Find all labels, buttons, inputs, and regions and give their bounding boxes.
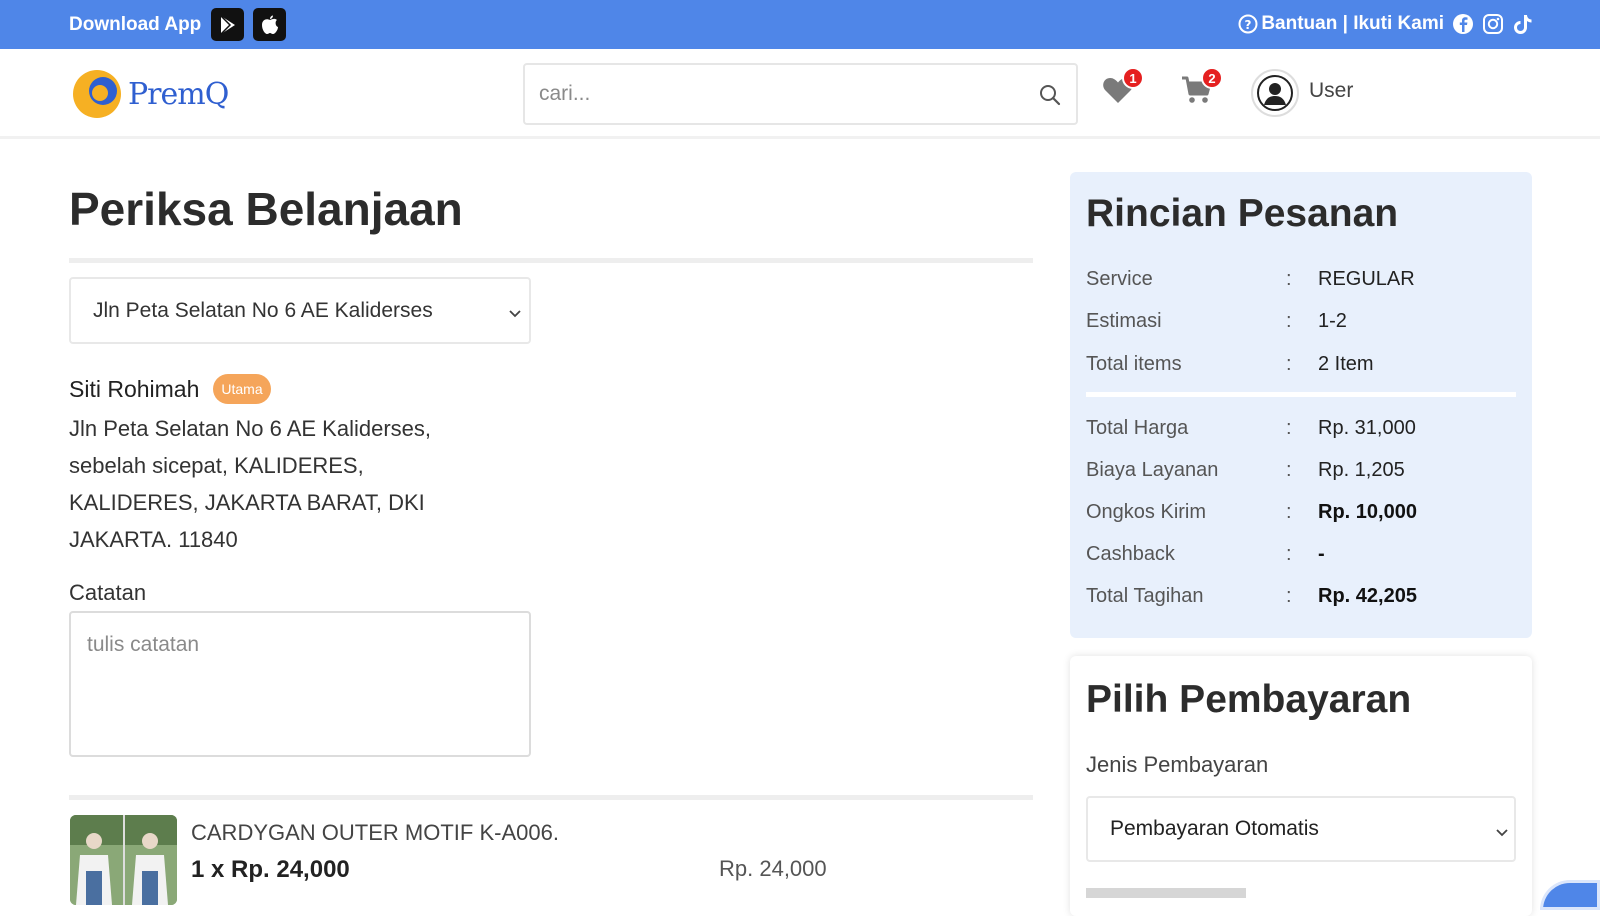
instagram-icon[interactable] xyxy=(1482,13,1504,35)
summary-colon: : xyxy=(1286,501,1292,523)
notes-label: Catatan xyxy=(69,580,147,605)
summary-colon: : xyxy=(1286,353,1292,375)
floating-chat-button[interactable] xyxy=(1540,880,1600,910)
summary-label: Total Tagihan xyxy=(1086,585,1204,607)
product-image xyxy=(70,815,177,905)
summary-colon: : xyxy=(1286,585,1292,607)
summary-label: Ongkos Kirim xyxy=(1086,501,1207,523)
wishlist-button[interactable]: 1 xyxy=(1102,67,1144,110)
help-follow-links[interactable]: Bantuan | Ikuti Kami xyxy=(1261,13,1444,35)
summary-label: Biaya Layanan xyxy=(1086,459,1219,481)
apple-icon[interactable] xyxy=(253,8,286,41)
payment-card: Pilih Pembayaran Jenis Pembayaran Pembay… xyxy=(1070,656,1532,916)
chevron-down-icon xyxy=(503,303,523,327)
summary-value: REGULAR xyxy=(1318,268,1415,290)
summary-value: Rp. 42,205 xyxy=(1318,585,1417,607)
search-input[interactable] xyxy=(539,65,1019,123)
address-select-value: Jln Peta Selatan No 6 AE Kaliderses xyxy=(93,298,433,322)
recipient-address: Jln Peta Selatan No 6 AE Kaliderses, seb… xyxy=(69,416,431,552)
chevron-down-icon xyxy=(1494,822,1510,846)
search-box xyxy=(523,63,1078,125)
avatar[interactable] xyxy=(1251,69,1299,117)
summary-label: Service xyxy=(1086,268,1153,290)
cart-button[interactable]: 2 xyxy=(1181,67,1223,110)
summary-divider xyxy=(1086,392,1516,397)
facebook-icon[interactable] xyxy=(1452,13,1474,35)
logo[interactable]: PremQ xyxy=(70,67,229,121)
order-summary-card: Rincian Pesanan Service : REGULAR Estima… xyxy=(1070,172,1532,638)
summary-label: Cashback xyxy=(1086,543,1175,565)
address-select[interactable]: Jln Peta Selatan No 6 AE Kaliderses xyxy=(69,277,531,344)
page-title: Periksa Belanjaan xyxy=(69,183,463,235)
payment-title: Pilih Pembayaran xyxy=(1086,678,1412,721)
summary-label: Total items xyxy=(1086,353,1182,375)
payment-type-value: Pembayaran Otomatis xyxy=(1110,817,1319,840)
summary-value: 1-2 xyxy=(1318,310,1347,332)
summary-colon: : xyxy=(1286,268,1292,290)
summary-label: Estimasi xyxy=(1086,310,1162,332)
tiktok-icon[interactable] xyxy=(1512,13,1534,35)
user-icon xyxy=(1257,75,1293,111)
summary-colon: : xyxy=(1286,543,1292,565)
summary-value: Rp. 10,000 xyxy=(1318,501,1417,523)
cart-count-badge: 2 xyxy=(1201,67,1223,89)
search-icon[interactable] xyxy=(1038,83,1062,112)
help-icon[interactable]: ? xyxy=(1237,13,1259,35)
product-name: CARDYGAN OUTER MOTIF K-A006. xyxy=(191,820,559,845)
summary-value: Rp. 31,000 xyxy=(1318,417,1416,439)
recipient-name: Siti Rohimah xyxy=(69,375,200,402)
notes-field[interactable] xyxy=(69,611,531,757)
primary-address-badge: Utama xyxy=(213,374,271,404)
logo-text: PremQ xyxy=(128,76,229,112)
download-app-label: Download App xyxy=(69,14,202,35)
order-summary-title: Rincian Pesanan xyxy=(1086,192,1399,235)
product-qty-price: 1 x Rp. 24,000 xyxy=(191,856,350,883)
svg-text:?: ? xyxy=(1245,18,1252,32)
top-bar: Download App ? Bantuan | Ikuti Kami xyxy=(0,0,1600,49)
product-subtotal: Rp. 24,000 xyxy=(719,856,827,881)
summary-colon: : xyxy=(1286,459,1292,481)
next-section-label-partial xyxy=(1086,888,1246,898)
recipient-row: Siti Rohimah Utama xyxy=(69,374,271,404)
summary-value: Rp. 1,205 xyxy=(1318,459,1405,481)
summary-value: 2 Item xyxy=(1318,353,1374,375)
title-divider xyxy=(69,258,1033,263)
summary-value: - xyxy=(1318,543,1325,565)
summary-colon: : xyxy=(1286,310,1292,332)
summary-label: Total Harga xyxy=(1086,417,1189,439)
user-name-label[interactable]: User xyxy=(1309,79,1353,103)
logo-mark-icon xyxy=(73,70,121,118)
wishlist-count-badge: 1 xyxy=(1122,67,1144,89)
payment-type-label: Jenis Pembayaran xyxy=(1086,752,1269,777)
payment-type-select[interactable]: Pembayaran Otomatis xyxy=(1086,796,1516,862)
main-header: PremQ 1 2 User xyxy=(0,49,1600,139)
section-divider xyxy=(69,795,1033,800)
summary-colon: : xyxy=(1286,417,1292,439)
google-play-icon[interactable] xyxy=(211,8,244,41)
